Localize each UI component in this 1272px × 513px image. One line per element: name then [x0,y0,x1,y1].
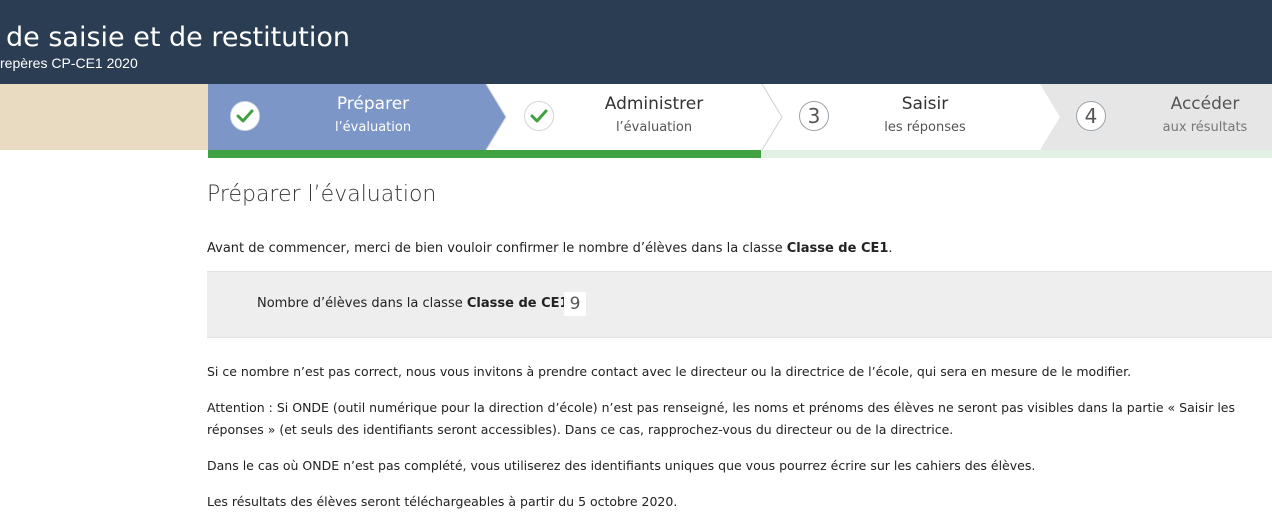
info-paragraph-onde-warning: Attention : Si ONDE (outil numérique pou… [207,400,1236,437]
count-label-class: Classe de CE1 [466,296,569,311]
stepper: Préparer l’évaluation Administrer l’éval… [208,84,1272,150]
step-1-sublabel: l’évaluation [334,120,412,135]
step-3-sublabel: les réponses [884,120,966,135]
step-1-check-circle [230,101,260,131]
info-paragraph-correction: Si ce nombre n’est pas correct, nous vou… [207,364,1132,379]
app-title: de saisie et de restitution [6,22,351,53]
step-administrer[interactable]: Administrer l’évaluation [506,84,762,150]
intro-class-name: Classe de CE1 [786,241,889,256]
info-paragraph-results-date: Les résultats des élèves seront téléchar… [207,494,678,509]
step-acceder[interactable]: 4 Accéder aux résultats [1060,84,1272,150]
page-title: Préparer l’évaluation [207,182,437,207]
step-2-label: Administrer [604,94,704,114]
check-icon [236,109,254,123]
step-2-sublabel: l’évaluation [615,120,693,135]
progress-bar-fill [208,150,762,158]
step-4-sublabel: aux résultats [1162,120,1248,135]
app-header: de saisie et de restitution repères CP-C… [0,0,1272,84]
app-subtitle: repères CP-CE1 2020 [0,55,138,71]
step-3-number-circle: 3 [799,101,829,131]
step-saisir[interactable]: 3 Saisir les réponses [782,84,1040,150]
student-count-value: 9 [564,292,586,316]
student-count-panel: Nombre d’élèves dans la classe Classe de… [207,271,1272,338]
intro-text: Avant de commencer, merci de bien vouloi… [207,240,893,258]
step-4-number-circle: 4 [1076,101,1106,131]
step-4-label: Accéder [1170,94,1240,114]
student-count-label: Nombre d’élèves dans la classe Classe de… [257,295,577,313]
progress-bar [208,150,1272,158]
side-band [0,84,208,150]
info-paragraph-identifiers: Dans le cas où ONDE n’est pas complété, … [207,458,1036,473]
intro-text-suffix: . [888,241,893,256]
step-2-check-circle [524,101,554,131]
step-1-label: Préparer [336,94,410,114]
check-icon [530,109,548,123]
step-preparer[interactable]: Préparer l’évaluation [208,84,486,150]
intro-text-prefix: Avant de commencer, merci de bien vouloi… [207,241,787,256]
step-3-label: Saisir [901,94,949,114]
count-label-prefix: Nombre d’élèves dans la classe [257,296,467,311]
